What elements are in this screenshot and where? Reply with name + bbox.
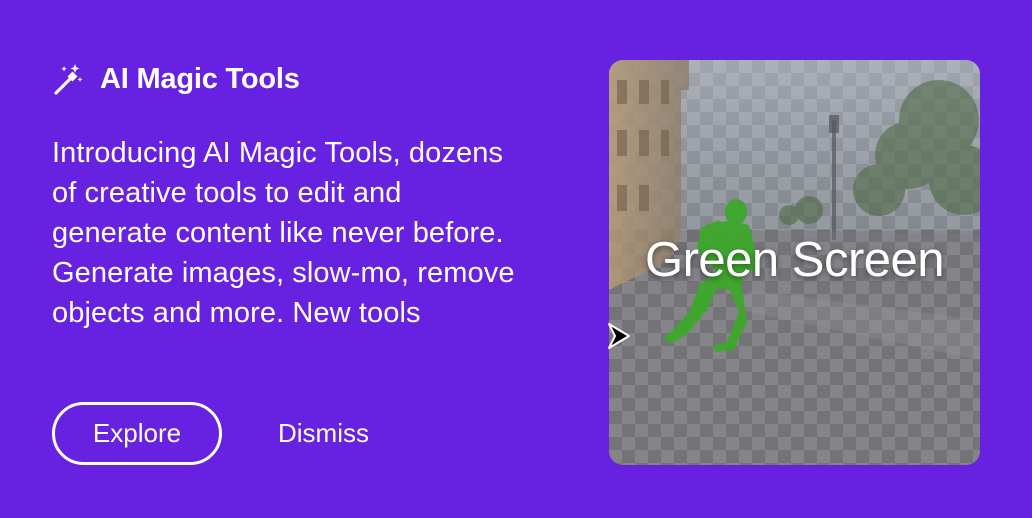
ai-magic-tools-card: AI Magic Tools Introducing AI Magic Tool…: [0, 0, 1032, 518]
preview-video[interactable]: Green Screen: [609, 60, 980, 465]
card-header: AI Magic Tools: [52, 62, 300, 96]
card-actions: Explore Dismiss: [52, 402, 369, 465]
explore-button[interactable]: Explore: [52, 402, 222, 465]
card-title: AI Magic Tools: [100, 62, 300, 95]
dismiss-button[interactable]: Dismiss: [278, 418, 369, 449]
magic-wand-icon: [52, 62, 84, 96]
card-description: Introducing AI Magic Tools, dozens of cr…: [52, 137, 515, 329]
preview-label: Green Screen: [644, 233, 945, 287]
pointer-arrow-icon: [607, 322, 631, 350]
